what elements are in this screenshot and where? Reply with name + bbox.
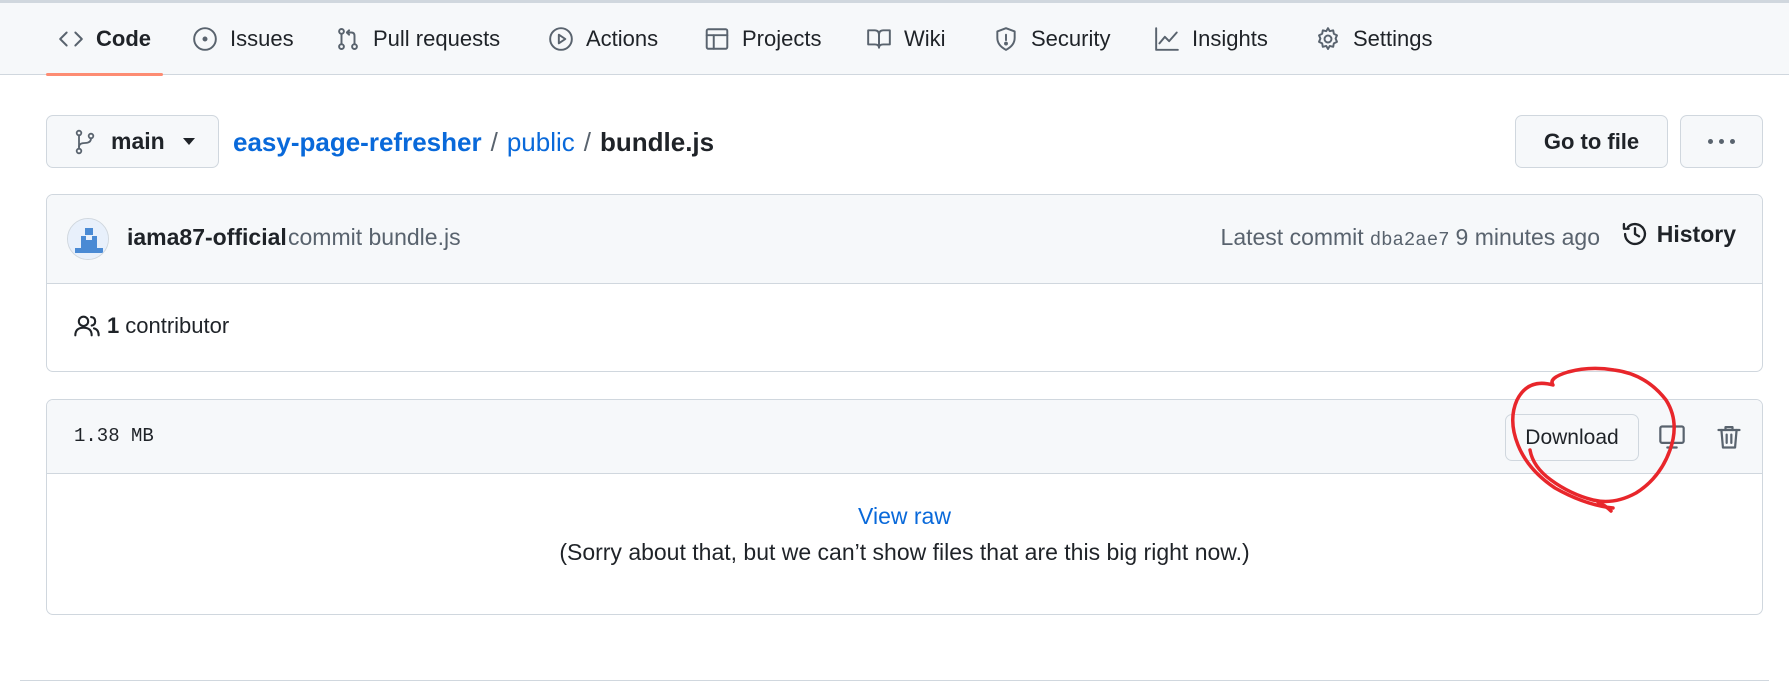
device-desktop-icon xyxy=(1659,425,1685,449)
play-icon xyxy=(549,27,573,51)
file-header: 1.38 MB Download xyxy=(47,400,1762,474)
issue-opened-icon xyxy=(193,27,217,51)
file-viewer-box: 1.38 MB Download View raw (Sorry about t… xyxy=(46,399,1763,615)
book-icon xyxy=(867,29,891,49)
tab-pull-requests-label: Pull requests xyxy=(373,26,501,51)
tab-security-label: Security xyxy=(1031,26,1111,51)
tab-code-label: Code xyxy=(96,26,151,51)
contributors-link[interactable]: 1 contributor xyxy=(73,312,229,340)
tab-pull-requests[interactable]: Pull requests xyxy=(335,3,500,75)
trash-icon xyxy=(1717,425,1741,449)
tab-insights[interactable]: Insights xyxy=(1154,3,1268,75)
commit-header: iama87-official commit bundle.js Latest … xyxy=(47,195,1762,284)
git-pull-request-icon xyxy=(338,28,358,50)
kebab-horizontal-icon xyxy=(1708,139,1735,144)
breadcrumb-file-name: bundle.js xyxy=(599,126,715,157)
tab-wiki[interactable]: Wiki xyxy=(866,3,946,75)
latest-commit-info: Latest commit dba2ae7 9 minutes ago xyxy=(1221,224,1600,251)
view-raw-link[interactable]: View raw xyxy=(858,503,951,529)
tab-settings[interactable]: Settings xyxy=(1315,3,1433,75)
tab-insights-label: Insights xyxy=(1192,26,1268,51)
tab-actions-label: Actions xyxy=(586,26,659,51)
delete-file-button[interactable] xyxy=(1710,418,1748,456)
breadcrumb-separator: / xyxy=(583,126,591,157)
avatar[interactable] xyxy=(67,218,109,260)
branch-name: main xyxy=(111,128,165,154)
history-icon xyxy=(1622,222,1646,246)
table-icon xyxy=(705,28,729,50)
breadcrumb: easy-page-refresher / public / bundle.js xyxy=(233,124,714,160)
chevron-down-icon xyxy=(182,138,195,145)
breadcrumb-repo-link[interactable]: easy-page-refresher xyxy=(233,127,482,158)
download-button[interactable]: Download xyxy=(1505,414,1639,461)
contributors-count: 1 xyxy=(107,313,120,338)
go-to-file-button[interactable]: Go to file xyxy=(1515,115,1668,168)
repo-tab-nav: Code Issues Pull requests Actions Projec… xyxy=(0,3,1789,76)
breadcrumb-folder-link[interactable]: public xyxy=(507,127,575,158)
breadcrumb-separator: / xyxy=(490,126,498,157)
tab-wiki-label: Wiki xyxy=(904,26,946,51)
contributors-label: contributor xyxy=(125,313,230,338)
tab-issues-label: Issues xyxy=(230,26,294,51)
latest-commit-box: iama87-official commit bundle.js Latest … xyxy=(46,194,1763,372)
git-branch-icon xyxy=(75,129,95,154)
file-too-large-message: (Sorry about that, but we can’t show fil… xyxy=(559,539,1250,565)
tab-projects[interactable]: Projects xyxy=(704,3,821,75)
commit-author-link[interactable]: iama87-official xyxy=(127,224,287,251)
commit-time: 9 minutes ago xyxy=(1455,224,1600,250)
tab-code[interactable]: Code xyxy=(46,3,163,76)
more-options-button[interactable] xyxy=(1680,115,1763,168)
people-icon xyxy=(74,315,100,337)
footer-divider xyxy=(20,680,1769,681)
tab-actions[interactable]: Actions xyxy=(548,3,658,75)
commit-message-link[interactable]: commit bundle.js xyxy=(288,224,461,251)
avatar-identicon xyxy=(68,219,108,259)
open-desktop-button[interactable] xyxy=(1653,418,1691,456)
tab-projects-label: Projects xyxy=(742,26,822,51)
file-size: 1.38 MB xyxy=(74,425,154,447)
gear-icon xyxy=(1318,27,1338,50)
code-icon xyxy=(59,31,83,47)
graph-icon xyxy=(1155,27,1179,51)
shield-icon xyxy=(996,27,1016,51)
tab-issues[interactable]: Issues xyxy=(192,3,294,75)
commit-sha-link[interactable]: dba2ae7 xyxy=(1370,229,1450,251)
view-raw-row: View raw xyxy=(47,503,1762,530)
history-button[interactable]: History xyxy=(1621,220,1736,248)
latest-commit-label: Latest commit xyxy=(1220,224,1364,250)
history-label: History xyxy=(1656,220,1736,247)
tab-settings-label: Settings xyxy=(1353,26,1433,51)
branch-selector-button[interactable]: main xyxy=(46,115,219,168)
tab-security[interactable]: Security xyxy=(993,3,1110,75)
